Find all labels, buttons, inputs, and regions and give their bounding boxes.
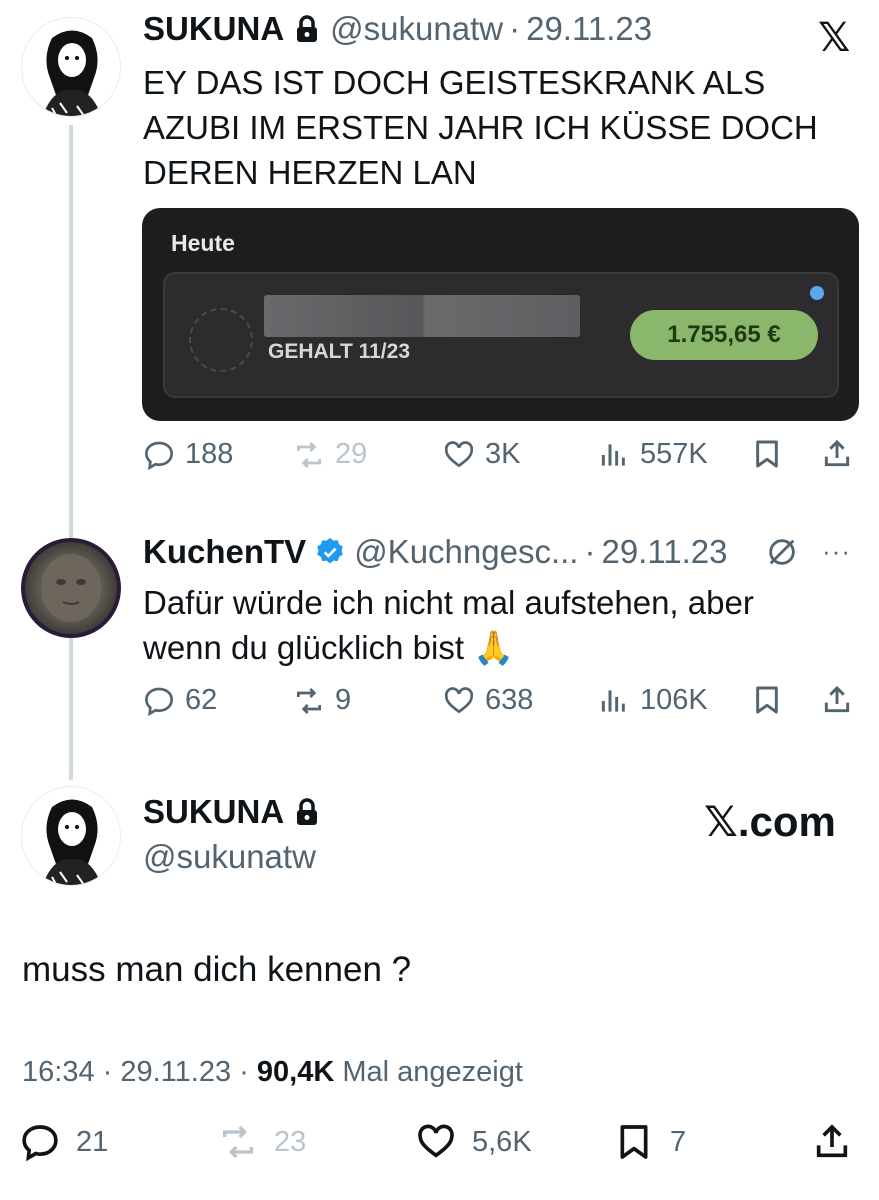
repost-count: 9 (335, 684, 352, 716)
tweet-date[interactable]: 29.11.23 (120, 1056, 231, 1088)
repost-icon (223, 1125, 253, 1159)
no-reply-icon[interactable] (765, 535, 799, 569)
amount-badge: 1.755,65 € (630, 310, 818, 360)
author-handle[interactable]: @Kuchngesc... (354, 533, 578, 571)
tweet-date[interactable]: 29.11.23 (601, 533, 727, 571)
lock-icon (297, 798, 318, 825)
tweet3-text: muss man dich kennen ? (22, 950, 412, 989)
bookmark-count: 7 (670, 1125, 687, 1158)
text-line: DEREN HERZEN LAN (143, 154, 477, 191)
share-button[interactable] (812, 1122, 868, 1162)
repost-count: 29 (335, 438, 368, 470)
author-name[interactable]: SUKUNA (143, 10, 284, 48)
views-icon (601, 689, 625, 712)
share-icon (824, 685, 850, 713)
bookmark-icon (756, 686, 778, 714)
views-button[interactable]: 557K (598, 438, 708, 471)
text-line: EY DAS IST DOCH GEISTESKRANK ALS (143, 64, 766, 101)
views-button[interactable]: 106K (598, 684, 708, 717)
transaction-label: GEHALT 11/23 (268, 340, 410, 363)
repost-button[interactable]: 9 (293, 684, 351, 717)
like-icon (418, 1124, 454, 1158)
tweet3-actions: 21 23 5,6K 7 (20, 1122, 860, 1172)
text-line: AZUBI IM ERSTEN JAHR ICH KÜSSE DOCH (143, 109, 818, 146)
avatar-sukuna[interactable] (21, 786, 121, 886)
bookmark-button[interactable] (751, 684, 793, 716)
share-icon (816, 1124, 848, 1158)
views-label: Mal angezeigt (342, 1056, 523, 1088)
tweet-time[interactable]: 16:34 (22, 1056, 95, 1088)
separator-dot: · (239, 1056, 257, 1088)
text-line: Dafür würde ich nicht mal aufstehen, abe… (143, 584, 754, 621)
like-count: 5,6K (472, 1125, 532, 1158)
reply-button[interactable]: 62 (143, 684, 217, 717)
reply-count: 21 (76, 1125, 109, 1158)
like-count: 3K (485, 438, 521, 470)
like-count: 638 (485, 684, 534, 716)
unread-dot (810, 286, 824, 300)
share-button[interactable] (821, 684, 863, 716)
bookmark-icon (756, 440, 778, 468)
reply-icon (22, 1125, 58, 1162)
card-title: Heute (171, 230, 235, 256)
separator-dot: · (102, 1056, 121, 1088)
tweet-date[interactable]: 29.11.23 (526, 10, 652, 48)
tweet1-header: SUKUNA @sukunatw · 29.11.23 (143, 10, 652, 48)
transaction-row: GEHALT 11/23 1.755,65 € (163, 272, 839, 398)
avatar-sukuna[interactable] (21, 17, 121, 117)
thread-line (69, 125, 73, 780)
bookmark-button[interactable]: 7 (614, 1122, 686, 1162)
bookmark-icon (620, 1125, 648, 1159)
avatar-kuchentv[interactable] (21, 538, 121, 638)
like-icon (444, 440, 474, 467)
author-name[interactable]: KuchenTV (143, 533, 306, 571)
tweet1-text: EY DAS IST DOCH GEISTESKRANK ALS AZUBI I… (143, 60, 818, 195)
reply-count: 188 (185, 438, 234, 470)
share-icon (824, 439, 850, 467)
like-button[interactable]: 638 (443, 684, 533, 717)
repost-button[interactable]: 29 (293, 438, 367, 471)
bank-screenshot-card[interactable]: Heute GEHALT 11/23 1.755,65 € (142, 208, 859, 421)
repost-icon (297, 441, 321, 468)
separator-dot: · (584, 533, 596, 570)
more-icon[interactable]: ··· (822, 536, 851, 567)
x-logo-icon: 𝕏 (818, 16, 851, 60)
like-button[interactable]: 3K (443, 438, 520, 471)
repost-button[interactable]: 23 (218, 1122, 306, 1162)
reply-button[interactable]: 21 (20, 1122, 108, 1162)
tweet2-text: Dafür würde ich nicht mal aufstehen, abe… (143, 580, 754, 670)
verified-badge-icon (317, 538, 343, 564)
reply-icon (144, 687, 174, 716)
views-count: 557K (640, 438, 708, 470)
placeholder-circle (189, 308, 253, 372)
repost-icon (297, 687, 321, 714)
blurred-sender (264, 295, 580, 337)
tweet2-actions: 62 9 638 106K (143, 684, 859, 728)
views-count: 106K (640, 684, 708, 716)
author-name[interactable]: SUKUNA (143, 793, 284, 831)
views-total: 90,4K (256, 1056, 335, 1088)
x-com-logo: 𝕏.com (704, 798, 836, 845)
tweet1-actions: 188 29 3K 557K (143, 438, 859, 482)
repost-count: 23 (274, 1125, 307, 1158)
separator-dot: · (509, 10, 521, 47)
like-button[interactable]: 5,6K (416, 1122, 532, 1162)
tweet3-header: SUKUNA (143, 793, 320, 831)
reply-button[interactable]: 188 (143, 438, 233, 471)
reply-count: 62 (185, 684, 218, 716)
text-line: wenn du glücklich bist 🙏 (143, 629, 515, 666)
views-icon (601, 443, 625, 466)
tweet-meta: 16:34 · 29.11.23 · 90,4K Mal angezeigt (22, 1056, 523, 1089)
lock-icon (297, 15, 318, 42)
reply-icon (144, 441, 174, 470)
author-handle[interactable]: @sukunatw (330, 10, 503, 48)
like-icon (444, 686, 474, 713)
share-button[interactable] (821, 438, 863, 470)
author-handle[interactable]: @sukunatw (143, 838, 316, 876)
tweet2-header: KuchenTV @Kuchngesc... · 29.11.23 (143, 533, 727, 571)
bookmark-button[interactable] (751, 438, 793, 470)
